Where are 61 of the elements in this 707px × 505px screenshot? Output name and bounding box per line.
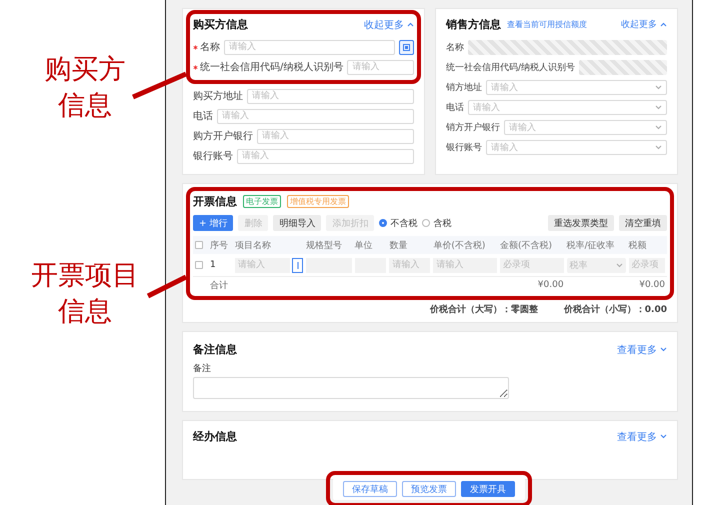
field-label: 购买方地址 [193, 90, 243, 103]
toolbar-button[interactable]: 重选发票类型 [548, 215, 614, 231]
footer-button[interactable]: 预览发票 [402, 481, 456, 497]
invoice-type-tag: 电子发票 [243, 195, 281, 208]
section-title: 销售方信息 [446, 17, 501, 32]
section-title: 备注信息 [193, 342, 237, 357]
toolbar-button[interactable]: + 增行 [193, 215, 234, 231]
annotation-label: 购买方 信息 [44, 53, 126, 123]
select-field[interactable]: 请输入 [504, 120, 667, 134]
input-field[interactable]: 请输入 [247, 88, 414, 104]
total-in-words: 价税合计（大写）：零圆整 [430, 303, 538, 316]
footer-button[interactable]: 保存草稿 [343, 481, 397, 497]
footer-button[interactable]: 发票开具 [461, 481, 515, 497]
radio-option[interactable]: 含税 [422, 216, 452, 230]
input-field[interactable]: 请输入 [224, 40, 395, 54]
toggle-link[interactable]: 收起更多 [364, 18, 414, 32]
field-label: 名称 [446, 42, 464, 54]
column-header: 序号 [210, 240, 229, 252]
field-label: 统一社会信用代码/纳税人识别号 [446, 62, 576, 74]
column-header: 税率/征收率 [566, 240, 616, 252]
field-label: 电话 [193, 110, 213, 123]
column-header: 项目名称 [235, 240, 272, 252]
radio-option[interactable]: 不含税 [379, 216, 418, 230]
total-tax: ¥0.00 [638, 280, 665, 290]
toolbar-button[interactable]: 清空重填 [619, 215, 667, 231]
input-field[interactable]: 请输入 [257, 128, 414, 144]
toggle-link[interactable]: 收起更多 [621, 18, 667, 31]
field-label: 销方开户银行 [446, 122, 500, 134]
column-header: 单位 [354, 240, 374, 252]
field-label: 统一社会信用代码/纳税人识别号 [200, 60, 344, 74]
field-label: 销方地址 [446, 82, 482, 94]
input-field[interactable]: 请输入 [237, 148, 414, 164]
section-title: 开票信息 [193, 194, 237, 209]
toolbar-button[interactable]: 明细导入 [273, 215, 322, 231]
annotation-label: 开票项目 信息 [30, 259, 140, 329]
input-field[interactable]: 请输入 [347, 60, 414, 74]
toggle-link[interactable]: 查看更多 [617, 342, 667, 356]
field-label: 备注 [193, 362, 212, 375]
column-header: 数量 [389, 240, 408, 252]
field-label: 银行账号 [193, 150, 233, 163]
select-field[interactable]: 请输入 [468, 100, 667, 114]
invoice-type-tag: 增值税专用发票 [287, 195, 349, 208]
column-header: 税额 [628, 240, 648, 252]
total-in-figures: 价税合计（小写）：0.00 [564, 303, 667, 316]
row-number: 1 [210, 260, 217, 270]
credit-link[interactable]: 查看当前可用授信额度 [507, 19, 587, 30]
field-label: 购方开户银行 [193, 130, 253, 143]
field-label: 银行账号 [446, 142, 482, 154]
select-field[interactable]: 请输入 [486, 80, 667, 94]
column-header: 单价(不含税) [433, 240, 486, 252]
section-title: 经办信息 [193, 429, 237, 444]
column-header: 金额(不含税) [500, 240, 553, 252]
input-field[interactable]: 请输入 [217, 108, 414, 124]
field-label: 名称 [200, 41, 220, 54]
toggle-link[interactable]: 查看更多 [617, 430, 667, 444]
total-amount: ¥0.00 [536, 280, 564, 290]
select-field[interactable]: 请输入 [486, 140, 667, 154]
total-label: 合计 [210, 280, 229, 292]
column-header: 规格型号 [306, 240, 344, 252]
field-label: 电话 [446, 102, 464, 114]
section-title: 购买方信息 [193, 17, 248, 32]
